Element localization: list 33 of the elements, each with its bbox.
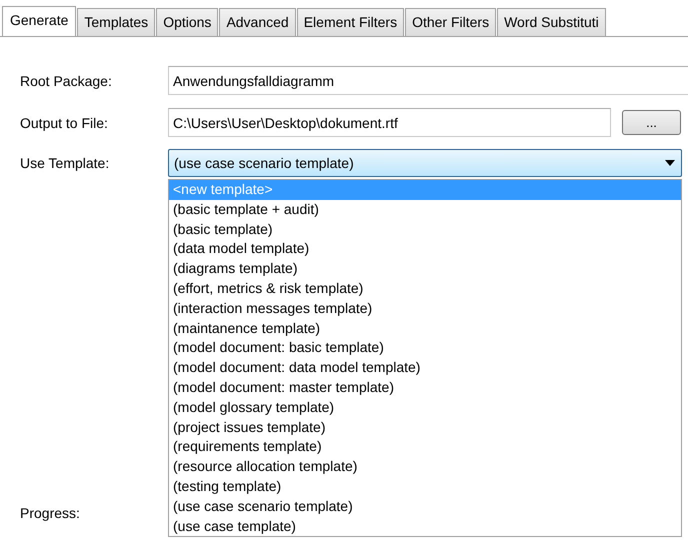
tab[interactable]: Generate bbox=[2, 6, 76, 36]
template-dropdown[interactable]: (use case scenario template) bbox=[168, 149, 682, 177]
input-field[interactable]: C:\Users\User\Desktop\dokument.rtf bbox=[168, 108, 611, 137]
dropdown-option[interactable]: (maintanence template) bbox=[169, 318, 681, 338]
dropdown-option[interactable]: (interaction messages template) bbox=[169, 298, 681, 319]
input-field[interactable]: Anwendungsfalldiagramm bbox=[168, 66, 688, 95]
field-label: Use Template: bbox=[20, 154, 110, 171]
dropdown-option[interactable]: (diagrams template) bbox=[169, 259, 681, 279]
dropdown-option[interactable]: (model document: data model template) bbox=[169, 358, 681, 378]
dropdown-option[interactable]: (basic template) bbox=[169, 220, 681, 240]
dropdown-option[interactable]: (model document: basic template) bbox=[169, 338, 681, 358]
dropdown-option[interactable]: (use case template) bbox=[169, 516, 681, 536]
dropdown-option[interactable]: (effort, metrics & risk template) bbox=[169, 278, 681, 299]
browse-button[interactable]: ... bbox=[622, 110, 681, 135]
dropdown-option[interactable]: (data model template) bbox=[169, 239, 681, 260]
caret-icon bbox=[665, 160, 675, 166]
dropdown-option[interactable]: (project issues template) bbox=[169, 418, 681, 438]
dropdown-option[interactable]: (requirements template) bbox=[169, 437, 681, 458]
tab[interactable]: Advanced bbox=[219, 8, 296, 36]
tab[interactable]: Options bbox=[156, 8, 218, 36]
dropdown-option[interactable]: (model glossary template) bbox=[169, 398, 681, 418]
field-label: Root Package: bbox=[20, 72, 113, 88]
tab[interactable]: Templates bbox=[77, 8, 156, 36]
dropdown-option[interactable]: (use case scenario template) bbox=[169, 496, 681, 517]
field-label: Progress: bbox=[20, 505, 81, 521]
dropdown-option[interactable]: (testing template) bbox=[169, 476, 681, 497]
tab[interactable]: Word Substituti bbox=[497, 8, 606, 36]
field-label: Output to File: bbox=[20, 114, 109, 130]
tab[interactable]: Element Filters bbox=[296, 8, 404, 36]
dropdown-option[interactable]: (resource allocation template) bbox=[169, 457, 681, 477]
tab[interactable]: Other Filters bbox=[405, 8, 496, 36]
dropdown-option[interactable]: (basic template + audit) bbox=[169, 200, 681, 220]
dropdown-option[interactable]: (model document: master template) bbox=[169, 378, 681, 398]
